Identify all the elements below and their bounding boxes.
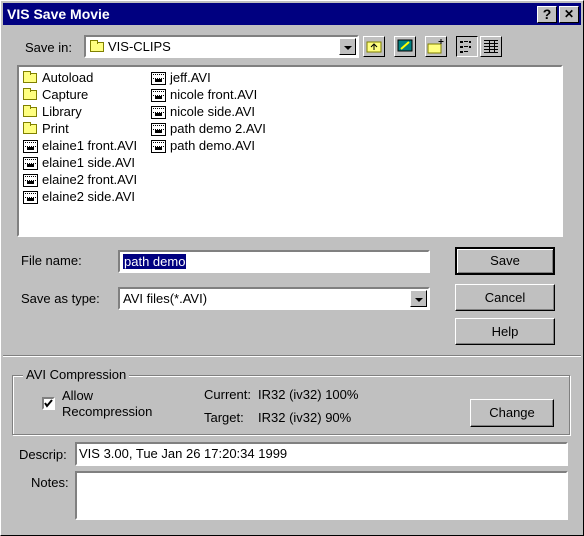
cancel-button[interactable]: Cancel bbox=[455, 284, 555, 311]
file-name-text: elaine2 side.AVI bbox=[42, 189, 135, 204]
avi-file-icon bbox=[151, 123, 166, 136]
descrip-label: Descrip: bbox=[19, 447, 67, 462]
save-in-value: VIS-CLIPS bbox=[108, 39, 171, 54]
save-as-type-dropdown[interactable]: AVI files(*.AVI) bbox=[118, 287, 430, 310]
recompression-label: Recompression bbox=[62, 404, 153, 419]
avi-file-icon bbox=[23, 140, 38, 153]
notes-label: Notes: bbox=[31, 475, 69, 490]
folder-icon bbox=[23, 88, 37, 100]
change-button[interactable]: Change bbox=[470, 399, 554, 427]
save-as-type-label: Save as type: bbox=[21, 291, 100, 306]
notes-input[interactable] bbox=[75, 471, 568, 520]
separator bbox=[3, 355, 581, 357]
file-name-text: elaine2 front.AVI bbox=[42, 172, 138, 187]
allow-label: Allow bbox=[62, 388, 94, 403]
file-name-text: Print bbox=[42, 121, 69, 136]
avi-file-icon bbox=[23, 174, 38, 187]
avi-compression-label: AVI Compression bbox=[23, 367, 130, 382]
allow-recompression-checkbox[interactable] bbox=[42, 397, 55, 410]
help-icon[interactable]: ? bbox=[537, 6, 557, 23]
folder-icon bbox=[90, 40, 104, 52]
file-name-text: elaine1 side.AVI bbox=[42, 155, 135, 170]
window-title: VIS Save Movie bbox=[7, 6, 110, 22]
file-name-input[interactable]: path demo bbox=[118, 250, 430, 273]
avi-file-icon bbox=[151, 106, 166, 119]
title-bar[interactable]: VIS Save Movie ? ✕ bbox=[3, 3, 581, 25]
descrip-value: VIS 3.00, Tue Jan 26 17:20:34 1999 bbox=[79, 446, 288, 461]
avi-file-icon bbox=[23, 157, 38, 170]
target-label: Target: bbox=[204, 410, 244, 425]
avi-file-icon bbox=[151, 72, 166, 85]
save-as-type-value: AVI files(*.AVI) bbox=[123, 291, 208, 306]
file-name-text: path demo 2.AVI bbox=[170, 121, 266, 136]
file-name-label: File name: bbox=[21, 253, 82, 268]
file-name-text: jeff.AVI bbox=[170, 70, 211, 85]
current-value: IR32 (iv32) 100% bbox=[258, 387, 359, 402]
folder-icon bbox=[23, 105, 37, 117]
desktop-icon bbox=[397, 39, 413, 52]
file-name-text: elaine1 front.AVI bbox=[42, 138, 138, 153]
file-name-text: Capture bbox=[42, 87, 89, 102]
folder-icon bbox=[23, 122, 37, 134]
desktop-button[interactable] bbox=[394, 36, 416, 57]
save-in-dropdown[interactable]: VIS-CLIPS bbox=[84, 35, 359, 58]
details-view-button[interactable] bbox=[480, 36, 502, 57]
list-view-button[interactable] bbox=[456, 36, 478, 57]
new-folder-button[interactable] bbox=[425, 36, 447, 57]
file-name-text: nicole front.AVI bbox=[170, 87, 258, 102]
list-view-icon bbox=[460, 41, 471, 53]
descrip-input[interactable]: VIS 3.00, Tue Jan 26 17:20:34 1999 bbox=[75, 442, 568, 466]
save-button[interactable]: Save bbox=[455, 247, 555, 275]
details-view-icon bbox=[484, 40, 498, 53]
save-movie-dialog: VIS Save Movie ? ✕ Save in: VIS-CLIPS Au… bbox=[0, 0, 584, 536]
up-folder-icon bbox=[366, 41, 382, 53]
target-value: IR32 (iv32) 90% bbox=[258, 410, 352, 425]
avi-file-icon bbox=[151, 140, 166, 153]
file-name-value: path demo bbox=[123, 254, 187, 269]
file-name-text: path demo.AVI bbox=[170, 138, 256, 153]
file-list[interactable]: Autoload Capture Library Print elaine1 front… bbox=[17, 65, 563, 237]
up-folder-button[interactable] bbox=[363, 36, 385, 57]
avi-file-icon bbox=[23, 191, 38, 204]
help-button[interactable]: Help bbox=[455, 318, 555, 345]
current-label: Current: bbox=[204, 387, 251, 402]
file-name-text: nicole side.AVI bbox=[170, 104, 256, 119]
close-icon[interactable]: ✕ bbox=[559, 6, 579, 23]
chevron-down-icon[interactable] bbox=[410, 290, 427, 307]
file-name-text: Autoload bbox=[42, 70, 94, 85]
save-in-label: Save in: bbox=[25, 40, 72, 55]
folder-icon bbox=[23, 71, 37, 83]
chevron-down-icon[interactable] bbox=[339, 38, 356, 55]
file-name-text: Library bbox=[42, 104, 82, 119]
avi-file-icon bbox=[151, 89, 166, 102]
checkmark-icon bbox=[44, 399, 53, 408]
new-folder-icon bbox=[427, 39, 444, 54]
